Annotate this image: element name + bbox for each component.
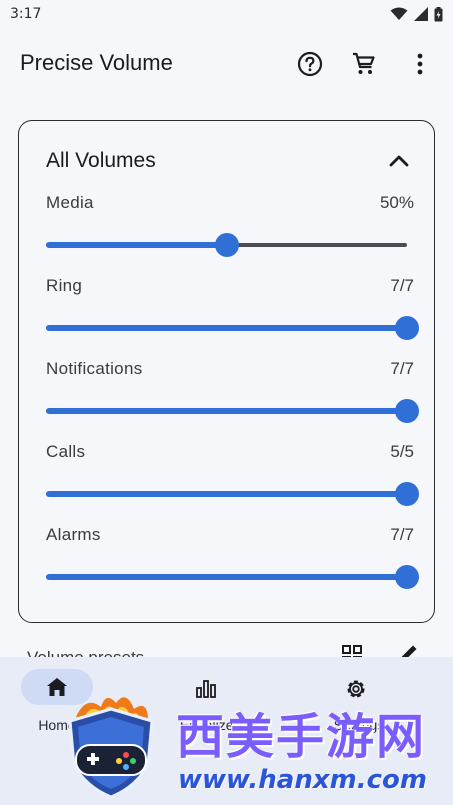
- notifications-volume-slider[interactable]: [46, 399, 419, 423]
- volume-value-calls: 5/5: [390, 442, 414, 461]
- chevron-up-icon: [389, 155, 409, 167]
- slider-fill: [46, 242, 227, 248]
- battery-icon: [434, 6, 443, 21]
- ring-volume-slider[interactable]: [46, 316, 419, 340]
- calls-volume-slider[interactable]: [46, 482, 419, 506]
- gear-icon: [347, 680, 365, 698]
- slider-thumb[interactable]: [395, 482, 419, 506]
- nav-label-settings: Settings: [333, 717, 385, 733]
- help-button[interactable]: [296, 50, 324, 78]
- nav-icon-wrap: [190, 675, 222, 703]
- volume-value-media: 50%: [379, 193, 414, 212]
- slider-fill: [46, 491, 407, 497]
- volume-label-alarms: Alarms: [46, 525, 101, 544]
- volume-label-media: Media: [46, 193, 94, 212]
- nav-item-equalizer[interactable]: Equalizer: [170, 669, 283, 749]
- status-time: 3:17: [10, 6, 42, 22]
- status-bar: 3:17: [0, 0, 453, 28]
- alarms-volume-slider[interactable]: [46, 565, 419, 589]
- overflow-menu-button[interactable]: [406, 50, 434, 78]
- all-volumes-card: All Volumes Media 50% Ring 7/7 Notificat…: [18, 120, 435, 623]
- slider-thumb[interactable]: [395, 399, 419, 423]
- equalizer-icon: [196, 680, 216, 698]
- volume-label-calls: Calls: [46, 442, 86, 461]
- app-bar: Precise Volume: [0, 36, 453, 92]
- app-title: Precise Volume: [20, 50, 173, 75]
- volume-value-alarms: 7/7: [390, 525, 414, 544]
- bottom-navigation: Home Equalizer Settings: [0, 657, 453, 805]
- help-icon: [297, 51, 323, 77]
- slider-fill: [46, 574, 407, 580]
- cart-icon: [353, 52, 375, 74]
- media-volume-slider[interactable]: [46, 233, 407, 257]
- nav-label-equalizer: Equalizer: [179, 717, 239, 733]
- nav-label-home: Home: [38, 717, 76, 733]
- signal-icon: [414, 7, 428, 21]
- slider-fill: [46, 408, 407, 414]
- collapse-button[interactable]: [385, 147, 413, 175]
- volume-label-notifications: Notifications: [46, 359, 143, 378]
- card-title: All Volumes: [46, 149, 156, 172]
- volume-value-ring: 7/7: [390, 276, 414, 295]
- volume-value-notifications: 7/7: [390, 359, 414, 378]
- nav-item-home[interactable]: Home: [18, 669, 131, 749]
- nav-item-settings[interactable]: Settings: [320, 669, 433, 749]
- slider-thumb[interactable]: [395, 565, 419, 589]
- nav-active-indicator: [21, 669, 93, 705]
- slider-thumb[interactable]: [395, 316, 419, 340]
- home-icon: [47, 678, 67, 696]
- slider-thumb[interactable]: [214, 233, 239, 257]
- more-vert-icon: [417, 53, 423, 75]
- wifi-icon: [390, 7, 408, 20]
- cart-button[interactable]: [350, 50, 378, 78]
- volume-label-ring: Ring: [46, 276, 83, 295]
- status-icons: [390, 6, 443, 22]
- nav-icon-wrap: [340, 675, 372, 703]
- slider-fill: [46, 325, 407, 331]
